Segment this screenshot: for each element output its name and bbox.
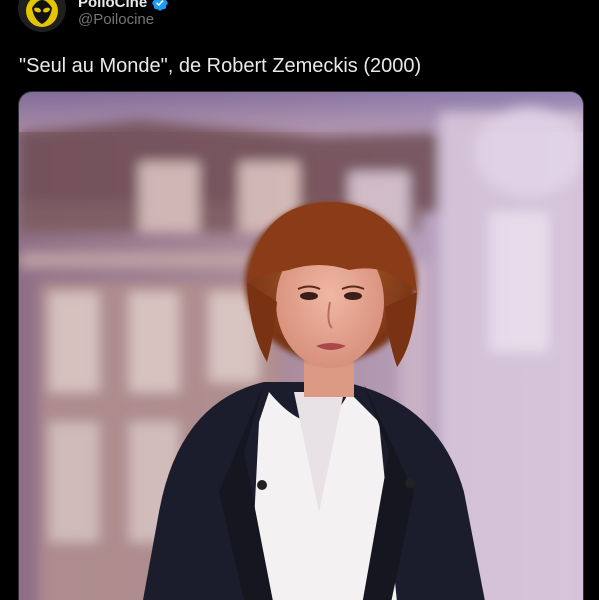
more-icon[interactable]: ••• xyxy=(565,0,585,8)
tweet-text: "Seul au Monde", de Robert Zemeckis (200… xyxy=(19,55,422,77)
tweet-card: PoiloCine @Poilocine ••• "Seul au Monde"… xyxy=(0,0,599,600)
author-handle[interactable]: @Poilocine xyxy=(78,11,154,29)
tweet-photo[interactable] xyxy=(18,91,584,600)
avatar[interactable] xyxy=(18,0,66,32)
alien-icon xyxy=(18,0,66,32)
photo-news-anchor xyxy=(19,92,583,600)
